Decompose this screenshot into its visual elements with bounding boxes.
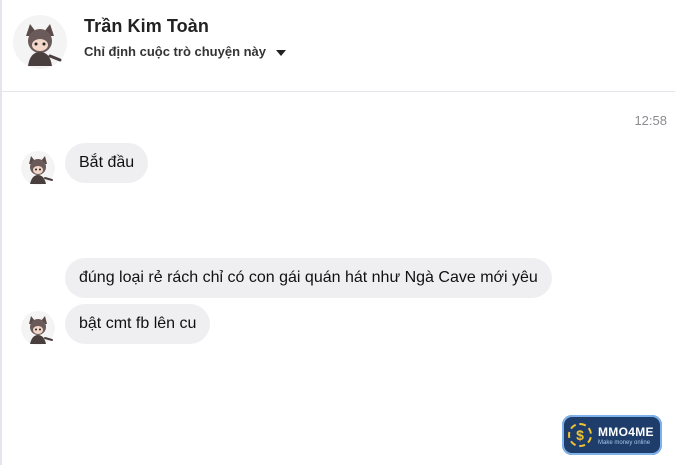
assign-conversation-dropdown[interactable]: Chỉ định cuộc trò chuyện này — [84, 44, 287, 59]
message-bubble[interactable]: đúng loại rẻ rách chỉ có con gái quán há… — [65, 258, 552, 298]
conversation-header: Trần Kim Toàn Chỉ định cuộc trò chuyện n… — [0, 0, 675, 92]
contact-avatar[interactable] — [12, 14, 68, 70]
contact-name[interactable]: Trần Kim Toàn — [84, 16, 209, 37]
message-bubble[interactable]: Bắt đầu — [65, 143, 149, 183]
dollar-coin-icon: $ — [568, 423, 592, 447]
watermark-tagline: Make money online — [598, 439, 651, 446]
assign-conversation-label: Chỉ định cuộc trò chuyện này — [84, 44, 267, 59]
watermark-brand: MMO4ME — [598, 424, 654, 439]
caret-down-icon[interactable] — [276, 49, 287, 56]
message-timestamp: 12:58 — [634, 113, 667, 128]
message-bubble[interactable]: bật cmt fb lên cu — [65, 304, 211, 344]
mmo4me-watermark: $ MMO4ME Make money online — [562, 415, 662, 455]
sender-avatar[interactable] — [20, 150, 56, 186]
sender-avatar[interactable] — [20, 310, 56, 346]
